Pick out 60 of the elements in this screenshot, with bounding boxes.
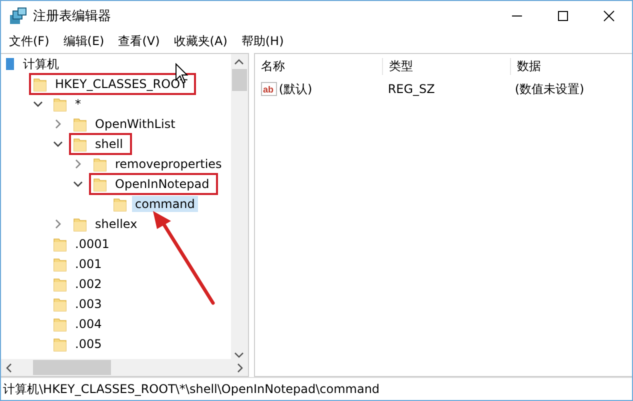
tree-item[interactable]: .005 [72, 336, 105, 352]
tree-item[interactable]: .004 [72, 316, 105, 332]
folder-icon [53, 96, 67, 112]
folder-icon [93, 156, 107, 172]
computer-icon [5, 57, 15, 71]
scrollbar-thumb[interactable] [232, 69, 247, 91]
tree-item[interactable]: HKEY_CLASSES_ROOT [52, 76, 190, 92]
scrollbar-thumb[interactable] [33, 360, 111, 375]
tree-item[interactable]: .003 [72, 296, 105, 312]
folder-icon [53, 296, 67, 312]
value-data: (数值未设置) [514, 80, 586, 98]
scroll-right-icon[interactable] [236, 362, 244, 372]
tree-item[interactable]: command [132, 196, 198, 212]
value-name[interactable]: (默认) [278, 80, 312, 98]
vertical-scrollbar[interactable] [230, 54, 248, 359]
tree-item[interactable]: .001 [72, 256, 105, 272]
menu-item[interactable]: 编辑(E) [57, 32, 112, 50]
expand-chevron-icon[interactable] [73, 159, 83, 169]
string-value-icon: ab [260, 82, 277, 96]
window-title: 注册表编辑器 [33, 8, 111, 25]
horizontal-scrollbar[interactable] [1, 359, 248, 376]
folder-icon [33, 76, 47, 92]
expand-chevron-icon[interactable] [53, 119, 63, 129]
menu-item[interactable]: 查看(V) [112, 32, 168, 50]
folder-icon [73, 136, 87, 152]
folder-icon [53, 256, 67, 272]
registry-app-icon [9, 7, 27, 25]
folder-icon [53, 316, 67, 332]
collapse-chevron-icon[interactable] [33, 99, 43, 109]
tree-item[interactable]: .002 [72, 276, 105, 292]
tree-item[interactable]: 计算机 [20, 54, 62, 74]
folder-icon [113, 196, 127, 212]
tree-item[interactable]: OpenWithList [92, 116, 178, 132]
folder-icon [93, 176, 107, 192]
tree-item[interactable]: shellex [92, 216, 140, 232]
tree-item[interactable]: OpenInNotepad [112, 176, 212, 192]
scroll-down-icon[interactable] [234, 351, 244, 359]
scroll-up-icon[interactable] [234, 58, 244, 66]
close-icon[interactable] [603, 10, 615, 22]
folder-icon [53, 336, 67, 352]
menu-item[interactable]: 收藏夹(A) [168, 32, 236, 50]
folder-icon [73, 116, 87, 132]
maximize-icon[interactable] [557, 10, 569, 22]
collapse-chevron-icon[interactable] [53, 139, 63, 149]
menu-item[interactable]: 文件(F) [3, 32, 58, 50]
value-type: REG_SZ [386, 82, 436, 96]
menu-item[interactable]: 帮助(H) [235, 32, 292, 50]
folder-icon [73, 216, 87, 232]
collapse-chevron-icon[interactable] [73, 179, 83, 189]
folder-icon [53, 236, 67, 252]
folder-icon [53, 276, 67, 292]
column-header[interactable]: 数据 [510, 58, 632, 74]
column-header[interactable]: 类型 [382, 58, 511, 74]
tree-item[interactable]: * [72, 96, 84, 112]
tree-item[interactable]: .0001 [72, 236, 112, 252]
expand-chevron-icon[interactable] [53, 219, 63, 229]
tree-item[interactable]: shell [92, 136, 126, 152]
scroll-left-icon[interactable] [5, 362, 13, 372]
column-header[interactable]: 名称 [254, 58, 383, 74]
tree-item[interactable]: removeproperties [112, 156, 225, 172]
